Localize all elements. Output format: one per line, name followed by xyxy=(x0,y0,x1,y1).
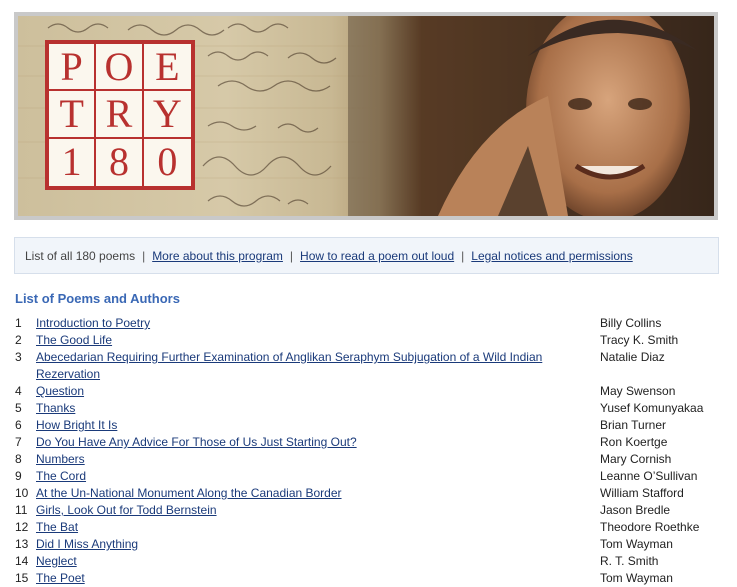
poem-title-link[interactable]: How Bright It Is xyxy=(36,418,117,432)
poem-number: 14 xyxy=(15,554,29,568)
logo-letter: Y xyxy=(143,91,191,139)
poem-number: 11 xyxy=(15,503,28,517)
poem-number: 12 xyxy=(15,520,29,534)
poem-author: Natalie Diaz xyxy=(600,350,665,364)
logo-letter: 1 xyxy=(49,138,97,186)
poem-row: 6 How Bright It Is Brian Turner xyxy=(15,417,720,434)
nav-separator: | xyxy=(461,248,465,263)
poem-number: 13 xyxy=(15,537,29,551)
poem-number: 3 xyxy=(15,350,22,364)
poem-title-link[interactable]: At the Un-National Monument Along the Ca… xyxy=(36,486,342,500)
poem-title-link[interactable]: The Good Life xyxy=(36,333,112,347)
poem-list: 1 Introduction to Poetry Billy Collins 2… xyxy=(15,315,720,587)
poem-author: Tom Wayman xyxy=(600,571,673,585)
poem-title-link[interactable]: Introduction to Poetry xyxy=(36,316,150,330)
nav-intro-text: List of all 180 poems xyxy=(25,248,136,263)
poem-row: 12 The Bat Theodore Roethke xyxy=(15,519,720,536)
poem-author: May Swenson xyxy=(600,384,676,398)
poem-row: 14 Neglect R. T. Smith xyxy=(15,553,720,570)
poem-number: 9 xyxy=(15,469,22,483)
poem-title-link[interactable]: Neglect xyxy=(36,554,77,568)
nav-separator: | xyxy=(142,248,146,263)
logo-letter: 8 xyxy=(96,138,144,186)
poem-number: 6 xyxy=(15,418,22,432)
poem-row: 2 The Good Life Tracy K. Smith xyxy=(15,332,720,349)
poem-title-link[interactable]: Abecedarian Requiring Further Examinatio… xyxy=(36,350,542,381)
poem-row: 5 Thanks Yusef Komunyakaa xyxy=(15,400,720,417)
poem-author: Billy Collins xyxy=(600,316,662,330)
poem-row: 9 The Cord Leanne O’Sullivan xyxy=(15,468,720,485)
poem-title-link[interactable]: The Poet xyxy=(36,571,85,585)
poem-author: Theodore Roethke xyxy=(600,520,700,534)
poem-title-link[interactable]: Question xyxy=(36,384,84,398)
poem-row: 10 At the Un-National Monument Along the… xyxy=(15,485,720,502)
poem-number: 4 xyxy=(15,384,22,398)
logo-letter: O xyxy=(96,44,144,92)
poem-number: 7 xyxy=(15,435,22,449)
poem-row: 11 Girls, Look Out for Todd Bernstein Ja… xyxy=(15,502,720,519)
poetry-180-logo: P O E T R Y 1 8 0 xyxy=(45,40,195,190)
poem-author: Tom Wayman xyxy=(600,537,673,551)
poem-author: Mary Cornish xyxy=(600,452,672,466)
nav-link-read-aloud[interactable]: How to read a poem out loud xyxy=(300,249,454,263)
poem-title-link[interactable]: Numbers xyxy=(36,452,85,466)
logo-letter: E xyxy=(143,44,191,92)
poem-number: 8 xyxy=(15,452,22,466)
poem-number: 5 xyxy=(15,401,22,415)
poem-author: Yusef Komunyakaa xyxy=(600,401,704,415)
poem-title-link[interactable]: The Cord xyxy=(36,469,86,483)
poem-author: Leanne O’Sullivan xyxy=(600,469,698,483)
poem-number: 10 xyxy=(15,486,29,500)
logo-letter: P xyxy=(49,44,97,92)
poem-title-link[interactable]: Do You Have Any Advice For Those of Us J… xyxy=(36,435,357,449)
poem-author: Jason Bredle xyxy=(600,503,671,517)
poem-number: 15 xyxy=(15,571,29,585)
poem-author: Brian Turner xyxy=(600,418,667,432)
nav-separator: | xyxy=(289,248,294,263)
poem-author: Tracy K. Smith xyxy=(600,333,679,347)
banner-image: P O E T R Y 1 8 0 xyxy=(18,16,714,216)
poem-row: 13 Did I Miss Anything Tom Wayman xyxy=(15,536,720,553)
poem-row: 3 Abecedarian Requiring Further Examinat… xyxy=(15,349,720,383)
poem-title-link[interactable]: Did I Miss Anything xyxy=(36,537,138,551)
poem-title-link[interactable]: Girls, Look Out for Todd Bernstein xyxy=(36,503,217,517)
logo-letter: 0 xyxy=(157,139,178,185)
nav-bar: List of all 180 poems | More about this … xyxy=(14,237,719,274)
poet-portrait xyxy=(348,16,714,216)
logo-letter: R xyxy=(96,91,144,139)
poem-title-link[interactable]: Thanks xyxy=(36,401,75,415)
poem-author: R. T. Smith xyxy=(600,554,659,568)
nav-link-legal-notices[interactable]: Legal notices and permissions xyxy=(471,249,632,263)
poem-row: 1 Introduction to Poetry Billy Collins xyxy=(15,315,720,332)
poem-title-link[interactable]: The Bat xyxy=(36,520,78,534)
poem-author: William Stafford xyxy=(600,486,684,500)
section-title: List of Poems and Authors xyxy=(15,291,180,306)
poem-number: 2 xyxy=(15,333,22,347)
header-banner: P O E T R Y 1 8 0 xyxy=(14,12,718,220)
poem-row: 7 Do You Have Any Advice For Those of Us… xyxy=(15,434,720,451)
logo-letter: T xyxy=(49,91,97,139)
poem-row: 8 Numbers Mary Cornish xyxy=(15,451,720,468)
nav-link-about-program[interactable]: More about this program xyxy=(152,249,283,263)
poem-row: 4 Question May Swenson xyxy=(15,383,720,400)
poem-number: 1 xyxy=(15,316,22,330)
poem-author: Ron Koertge xyxy=(600,435,668,449)
poem-row: 15 The Poet Tom Wayman xyxy=(15,570,720,587)
